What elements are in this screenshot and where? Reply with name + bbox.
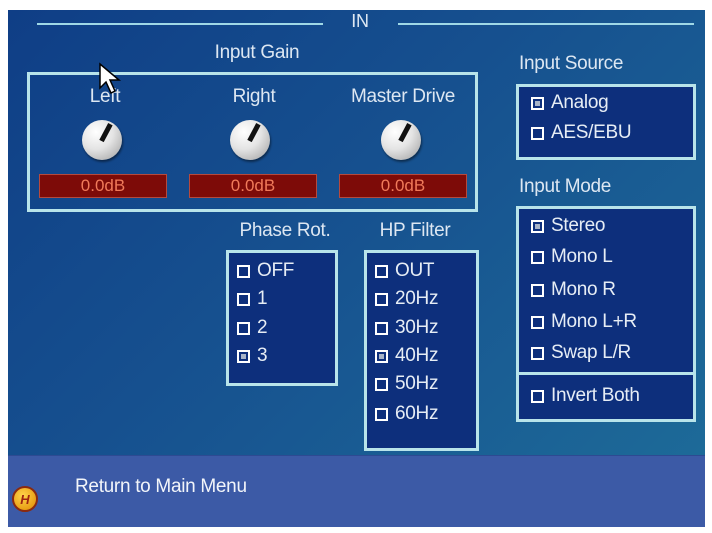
header-line-right [398,23,694,25]
master-drive-value: 0.0dB [339,174,467,198]
input-mode-mono-r[interactable]: Mono R [531,277,616,303]
hp-20hz-checkbox[interactable] [375,292,388,306]
invert-both-checkbox[interactable] [531,389,544,403]
analog-checkbox[interactable] [531,96,544,110]
input-gain-title: Input Gain [214,42,300,63]
stereo-label: Stereo [551,215,606,236]
help-icon[interactable]: H [12,486,38,512]
header-line-left [37,23,323,25]
input-source-title: Input Source [519,53,624,74]
hp-filter-40hz[interactable]: 40Hz [375,343,438,369]
right-gain-knob[interactable] [230,120,270,160]
phase-rot-2[interactable]: 2 [237,315,268,341]
stereo-checkbox[interactable] [531,219,544,233]
phase-2-checkbox[interactable] [237,321,250,335]
input-source-aes-ebu[interactable]: AES/EBU [531,120,632,146]
phase-rot-off[interactable]: OFF [237,258,294,284]
left-gain-value: 0.0dB [39,174,167,198]
hp-30hz-label: 30Hz [395,317,439,338]
hp-40hz-checkbox[interactable] [375,349,388,363]
hp-filter-title: HP Filter [379,220,451,241]
hp-60hz-checkbox[interactable] [375,407,388,421]
phase-1-label: 1 [257,288,268,309]
invert-both-option[interactable]: Invert Both [531,383,640,409]
right-gain-value: 0.0dB [189,174,317,198]
aes-ebu-label: AES/EBU [551,122,632,143]
hp-40hz-label: 40Hz [395,345,439,366]
analog-label: Analog [551,92,609,113]
swap-lr-label: Swap L/R [551,342,631,363]
hp-filter-50hz[interactable]: 50Hz [375,371,438,397]
knob-label-master-drive: Master Drive [350,86,456,107]
hp-filter-20hz[interactable]: 20Hz [375,286,438,312]
section-title: IN [351,11,369,31]
input-mode-title: Input Mode [519,176,612,197]
input-mode-mono-lr[interactable]: Mono L+R [531,309,637,335]
phase-rot-title: Phase Rot. [239,220,331,241]
mono-lr-checkbox[interactable] [531,315,544,329]
hp-50hz-label: 50Hz [395,373,439,394]
master-drive-knob[interactable] [381,120,421,160]
phase-rot-3[interactable]: 3 [237,343,268,369]
input-source-analog[interactable]: Analog [531,90,609,116]
phase-1-checkbox[interactable] [237,292,250,306]
mono-l-label: Mono L [551,246,613,267]
left-gain-knob[interactable] [82,120,122,160]
mono-lr-label: Mono L+R [551,311,637,332]
hp-20hz-label: 20Hz [395,288,439,309]
mono-r-checkbox[interactable] [531,283,544,297]
hp-out-label: OUT [395,260,435,281]
hp-50hz-checkbox[interactable] [375,377,388,391]
invert-both-label: Invert Both [551,385,640,406]
knob-label-right: Right [232,86,276,107]
phase-off-label: OFF [257,260,295,281]
hp-out-checkbox[interactable] [375,264,388,278]
input-mode-divider [519,372,693,375]
mono-r-label: Mono R [551,279,616,300]
aes-ebu-checkbox[interactable] [531,126,544,140]
phase-rot-1[interactable]: 1 [237,286,268,312]
phase-off-checkbox[interactable] [237,264,250,278]
input-mode-swap-lr[interactable]: Swap L/R [531,340,631,366]
phase-3-checkbox[interactable] [237,349,250,363]
hp-30hz-checkbox[interactable] [375,321,388,335]
hp-filter-out[interactable]: OUT [375,258,435,284]
input-mode-stereo[interactable]: Stereo [531,213,605,239]
hp-60hz-label: 60Hz [395,403,439,424]
phase-3-label: 3 [257,345,268,366]
hp-filter-60hz[interactable]: 60Hz [375,401,438,427]
return-to-main-menu-link[interactable]: Return to Main Menu [75,476,247,498]
mouse-cursor-icon [99,62,122,95]
input-mode-mono-l[interactable]: Mono L [531,244,613,270]
swap-lr-checkbox[interactable] [531,346,544,360]
hp-filter-30hz[interactable]: 30Hz [375,315,438,341]
mono-l-checkbox[interactable] [531,250,544,264]
phase-2-label: 2 [257,317,268,338]
